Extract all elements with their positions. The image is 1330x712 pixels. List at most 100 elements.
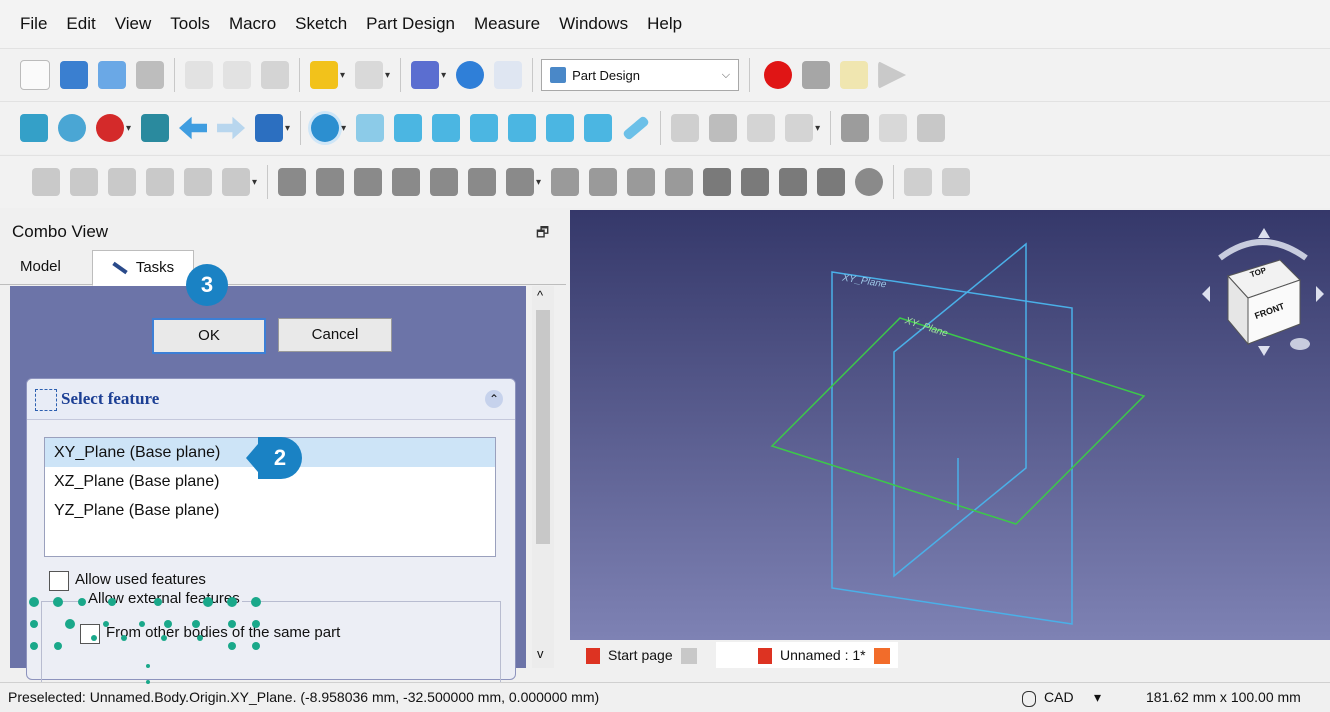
left-view-icon[interactable] (584, 114, 613, 142)
fit-selection-icon[interactable] (58, 114, 86, 142)
whats-this-icon[interactable] (494, 61, 523, 89)
thickness-icon[interactable] (817, 168, 846, 196)
new-document-icon[interactable] (20, 60, 50, 90)
scroll-down-arrow[interactable]: v (537, 646, 544, 661)
bottom-view-icon[interactable] (546, 114, 575, 142)
measure-distance-icon[interactable] (622, 115, 651, 141)
subtractive-loft-icon[interactable] (627, 168, 656, 196)
subtractive-pipe-icon[interactable] (665, 168, 694, 196)
datum-line-icon[interactable] (70, 168, 98, 196)
menu-tools[interactable]: Tools (170, 14, 210, 34)
rear-view-icon[interactable] (508, 114, 537, 142)
link-actions-icon[interactable] (785, 114, 814, 142)
back-arrow-icon[interactable] (179, 116, 208, 140)
chamfer-icon[interactable] (741, 168, 770, 196)
workbench-selector[interactable]: Part Design ⌵ (541, 59, 740, 91)
top-view-icon[interactable] (432, 114, 461, 142)
undock-icon[interactable]: 🗗 (536, 222, 549, 246)
groove-icon[interactable] (589, 168, 618, 196)
chevron-down-icon[interactable]: ▾ (1094, 683, 1101, 712)
helix-icon[interactable] (430, 168, 459, 196)
isometric-view-icon[interactable] (356, 114, 385, 142)
scroll-up-arrow[interactable]: ^ (537, 288, 543, 303)
front-view-icon[interactable] (394, 114, 423, 142)
boolean-icon[interactable] (855, 168, 884, 196)
local-coordinate-icon[interactable] (146, 168, 174, 196)
create-part-icon[interactable] (671, 114, 700, 142)
edit-macro-icon[interactable] (840, 61, 869, 89)
undo-icon[interactable] (310, 61, 338, 89)
menu-measure[interactable]: Measure (474, 14, 540, 34)
datum-plane-icon[interactable] (32, 168, 60, 196)
paste-icon[interactable] (261, 61, 289, 89)
cut-icon[interactable] (185, 61, 213, 89)
collapse-icon[interactable]: ⌃ (485, 390, 503, 408)
revolution-icon[interactable] (316, 168, 345, 196)
right-view-icon[interactable] (470, 114, 499, 142)
cancel-button[interactable]: Cancel (278, 318, 392, 352)
mirrored-icon[interactable] (904, 168, 933, 196)
menu-windows[interactable]: Windows (559, 14, 628, 34)
close-icon[interactable] (873, 648, 890, 665)
navigation-style-selector[interactable]: CAD (1044, 683, 1074, 712)
menu-edit[interactable]: Edit (66, 14, 95, 34)
tab-start-page[interactable]: Start page (586, 642, 697, 668)
menu-view[interactable]: View (115, 14, 152, 34)
draw-style-no-icon[interactable] (96, 114, 124, 142)
tab-model[interactable]: Model (20, 250, 61, 284)
import-icon[interactable] (917, 114, 946, 142)
menu-help[interactable]: Help (647, 14, 682, 34)
refresh-icon[interactable] (456, 61, 485, 89)
pocket-icon[interactable] (506, 168, 535, 196)
datum-dropdown-arrow[interactable]: ▾ (252, 177, 257, 188)
save-icon[interactable] (98, 61, 126, 89)
menu-macro[interactable]: Macro (229, 14, 276, 34)
bounding-box-icon[interactable] (141, 114, 170, 142)
hole-icon[interactable] (551, 168, 580, 196)
menu-sketch[interactable]: Sketch (295, 14, 347, 34)
clone-icon[interactable] (222, 168, 250, 196)
redo-dropdown-arrow[interactable]: ▾ (385, 70, 390, 81)
open-folder-icon[interactable] (60, 61, 88, 89)
select-feature-header[interactable]: Select feature ⌃ (27, 379, 515, 420)
task-panel-scrollbar[interactable]: ^ v (532, 286, 554, 668)
print-icon[interactable] (136, 61, 164, 89)
undo-dropdown-arrow[interactable]: ▾ (340, 70, 345, 81)
linear-pattern-icon[interactable] (942, 168, 971, 196)
run-macro-icon[interactable] (878, 61, 907, 89)
draw-style-icon[interactable] (411, 61, 440, 89)
tab-tasks[interactable]: Tasks (92, 250, 194, 286)
datum-point-icon[interactable] (108, 168, 136, 196)
additive-primitive-icon[interactable] (468, 168, 497, 196)
redo-icon[interactable] (355, 61, 384, 89)
shape-binder-icon[interactable] (879, 114, 908, 142)
navigation-cube[interactable]: TOP FRONT (1196, 224, 1330, 369)
list-item-yz-plane[interactable]: YZ_Plane (Base plane) (45, 496, 495, 525)
draft-icon[interactable] (779, 168, 808, 196)
menu-part-design[interactable]: Part Design (366, 14, 455, 34)
tab-unnamed[interactable]: Unnamed : 1* (716, 642, 898, 668)
part-icon[interactable] (841, 114, 870, 142)
pad-icon[interactable] (278, 168, 307, 196)
create-group-icon[interactable] (709, 114, 738, 142)
sync-view-dropdown-arrow[interactable]: ▾ (285, 123, 290, 134)
shape-binder-icon[interactable] (184, 168, 212, 196)
allow-used-features-checkbox[interactable] (49, 571, 69, 591)
primitive-dropdown-arrow[interactable]: ▾ (536, 177, 541, 188)
scroll-thumb[interactable] (536, 310, 550, 544)
fillet-icon[interactable] (703, 168, 732, 196)
loft-icon[interactable] (354, 168, 383, 196)
ok-button[interactable]: OK (152, 318, 266, 354)
forward-arrow-icon[interactable] (217, 116, 246, 140)
sync-view-icon[interactable] (255, 114, 284, 142)
stop-macro-icon[interactable] (802, 61, 831, 89)
close-icon[interactable] (680, 648, 697, 665)
draw-style-dropdown-arrow[interactable]: ▾ (441, 70, 446, 81)
draw-style-dropdown-arrow[interactable]: ▾ (126, 123, 131, 134)
zoom-dropdown-arrow[interactable]: ▾ (341, 123, 346, 134)
copy-icon[interactable] (223, 61, 251, 89)
link-icon[interactable] (747, 114, 776, 142)
zoom-icon[interactable] (311, 114, 340, 142)
menu-file[interactable]: File (20, 14, 47, 34)
link-dropdown-arrow[interactable]: ▾ (815, 123, 820, 134)
